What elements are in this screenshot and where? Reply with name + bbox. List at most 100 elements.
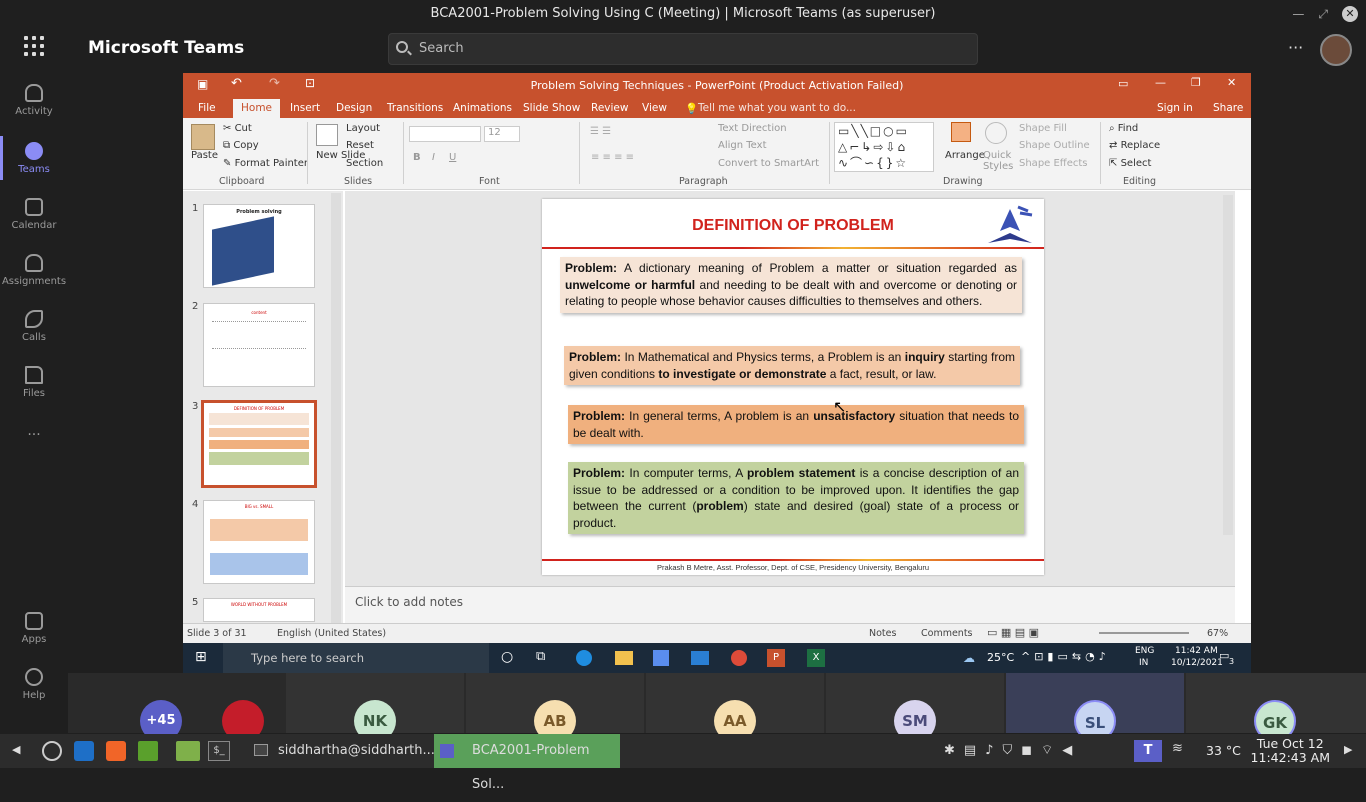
edge-icon[interactable] — [576, 650, 592, 666]
layout-button[interactable]: Layout — [346, 123, 380, 134]
minimize-icon[interactable]: — — [1292, 7, 1304, 21]
restore-icon[interactable]: ⤢ — [1318, 7, 1328, 22]
rail-apps[interactable]: Apps — [0, 612, 68, 645]
text-direction-button[interactable]: Text Direction — [718, 123, 787, 134]
prev-icon[interactable]: ◀ — [12, 743, 20, 756]
tab-slide-show[interactable]: Slide Show — [523, 102, 580, 114]
language-status[interactable]: English (United States) — [277, 628, 386, 639]
rail-teams[interactable]: Teams — [0, 142, 68, 175]
tab-file[interactable]: File — [198, 102, 216, 114]
rail-calendar[interactable]: Calendar — [0, 198, 68, 231]
find-button[interactable]: ⌕ Find — [1109, 123, 1138, 134]
slide[interactable]: DEFINITION OF PROBLEM Problem: A diction… — [542, 199, 1044, 575]
more-options-icon[interactable]: ··· — [1288, 38, 1303, 57]
excel-icon[interactable]: X — [807, 649, 825, 667]
shape-outline-button[interactable]: Shape Outline — [1019, 140, 1090, 151]
underline-button[interactable]: U — [449, 152, 456, 163]
comments-button[interactable]: Comments — [921, 628, 973, 639]
font-name-input[interactable] — [409, 126, 481, 142]
cut-button[interactable]: ✂ Cut — [223, 123, 252, 134]
teams-tray-icon[interactable]: T — [1134, 740, 1162, 762]
thumbnail-slide-2[interactable]: content — [203, 303, 315, 387]
quick-styles-icon[interactable] — [985, 122, 1007, 144]
participant-tile[interactable]: AB — [466, 673, 644, 742]
shape-effects-button[interactable]: Shape Effects — [1019, 158, 1087, 169]
cortana-icon[interactable]: ○ — [501, 649, 513, 665]
shape-fill-button[interactable]: Shape Fill — [1019, 123, 1067, 134]
ppt-minimize-icon[interactable]: — — [1155, 76, 1166, 89]
ppt-close-icon[interactable]: ✕ — [1227, 76, 1236, 89]
share-button[interactable]: Share — [1213, 102, 1243, 114]
files-app-icon[interactable] — [138, 741, 158, 761]
section-button[interactable]: Section — [346, 158, 383, 169]
windows-search-input[interactable]: Type here to search — [223, 643, 489, 673]
task-terminal[interactable]: siddhartha@siddharth... — [240, 734, 435, 768]
notes-button[interactable]: Notes — [869, 628, 896, 639]
new-slide-icon[interactable] — [316, 124, 338, 146]
tab-view[interactable]: View — [642, 102, 667, 114]
zoom-level[interactable]: 67% — [1207, 628, 1228, 639]
win-date[interactable]: 10/12/2021 — [1171, 658, 1223, 668]
paste-button[interactable]: Paste — [191, 150, 218, 161]
sign-in-link[interactable]: Sign in — [1157, 102, 1193, 114]
notes-pane[interactable]: Click to add notes — [345, 586, 1235, 623]
copy-button[interactable]: ⧉ Copy — [223, 140, 259, 151]
linux-clock[interactable]: Tue Oct 12 11:42:43 AM — [1251, 737, 1330, 765]
ppt-maximize-icon[interactable]: ❐ — [1191, 76, 1201, 89]
win-time[interactable]: 11:42 AM — [1175, 646, 1218, 656]
input-region[interactable]: IN — [1139, 658, 1148, 668]
thumb-scrollbar[interactable] — [331, 193, 341, 623]
notification-icon[interactable]: ▭ — [1219, 649, 1229, 662]
system-tray-icons[interactable]: ✱▤♪⛉◼⌔◀ — [944, 742, 1081, 758]
task-teams[interactable]: BCA2001-Problem Sol... — [434, 734, 620, 792]
thumbnail-slide-1[interactable]: Problem solving — [203, 204, 315, 288]
avatar[interactable] — [1320, 34, 1352, 66]
rail-activity[interactable]: Activity — [0, 84, 68, 117]
view-buttons-icon[interactable]: ▭ ▦ ▤ ▣ — [987, 626, 1039, 639]
search-input[interactable]: Search — [388, 33, 978, 65]
vscode-icon[interactable] — [74, 741, 94, 761]
participant-tile[interactable]: +45 — [68, 673, 284, 742]
bold-button[interactable]: B — [413, 152, 421, 163]
task-view-icon[interactable]: ⧉ — [536, 649, 545, 664]
rail-files[interactable]: Files — [0, 366, 68, 399]
linux-temp[interactable]: 33 °C — [1206, 743, 1241, 758]
tab-design[interactable]: Design — [336, 102, 372, 114]
align-icons[interactable]: ≡ ≡ ≡ ≡ — [591, 152, 634, 163]
arrange-button[interactable]: Arrange — [945, 150, 985, 161]
rail-more[interactable]: ··· — [0, 427, 68, 443]
next-icon[interactable]: ▶ — [1344, 743, 1352, 756]
zoom-slider[interactable] — [1099, 632, 1189, 634]
italic-button[interactable]: I — [432, 152, 435, 163]
tab-animations[interactable]: Animations — [453, 102, 512, 114]
select-button[interactable]: ⇱ Select — [1109, 158, 1151, 169]
participant-tile[interactable]: AA — [646, 673, 824, 742]
file-explorer-icon[interactable] — [615, 651, 633, 665]
paste-icon[interactable] — [191, 124, 215, 150]
rail-help[interactable]: Help — [0, 668, 68, 701]
windows-start-icon[interactable]: ⊞ — [195, 649, 207, 665]
store-icon[interactable] — [653, 650, 669, 666]
tab-insert[interactable]: Insert — [290, 102, 320, 114]
powerpoint-icon[interactable]: P — [767, 649, 785, 667]
thumbnail-slide-3[interactable]: DEFINITION OF PROBLEM — [201, 400, 317, 488]
thumbnail-slide-5[interactable]: WORLD WITHOUT PROBLEM — [203, 598, 315, 622]
ribbon-display-icon[interactable]: ▭ — [1118, 77, 1128, 90]
tab-home[interactable]: Home — [233, 99, 281, 118]
weather-temp[interactable]: 25°C — [987, 651, 1014, 664]
participant-tile[interactable]: NK — [286, 673, 464, 742]
tab-transitions[interactable]: Transitions — [387, 102, 443, 114]
mint-menu-icon[interactable] — [42, 741, 62, 761]
mail-icon[interactable] — [691, 651, 709, 665]
tell-me-input[interactable]: Tell me what you want to do... — [698, 102, 856, 114]
arrange-icon[interactable] — [951, 122, 971, 142]
participant-tile[interactable]: GK — [1186, 673, 1366, 742]
shapes-gallery[interactable]: ▭╲╲□○▭ △⌐↳⇨⇩⌂ ∿⌒∽{}☆ — [834, 122, 934, 172]
reset-button[interactable]: Reset — [346, 140, 374, 151]
brave-icon[interactable] — [106, 741, 126, 761]
input-language[interactable]: ENG — [1135, 646, 1154, 656]
participant-tile[interactable]: SM — [826, 673, 1004, 742]
tab-review[interactable]: Review — [591, 102, 628, 114]
terminal-icon[interactable]: $_ — [208, 741, 230, 761]
rail-assignments[interactable]: Assignments — [0, 254, 68, 287]
